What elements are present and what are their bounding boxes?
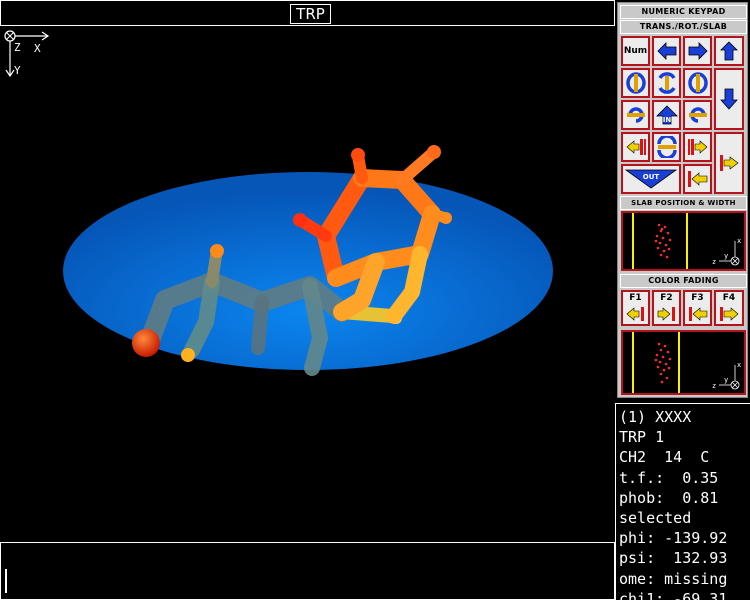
zoom-in-button[interactable]: IN: [652, 100, 681, 130]
molecule-title: TRP: [290, 4, 331, 24]
slab-axis-z-label: z: [712, 258, 716, 266]
fade-f4-button[interactable]: F4: [714, 290, 744, 326]
rotate-y-right-button[interactable]: [683, 68, 712, 98]
slab-header: SLAB POSITION & WIDTH: [620, 196, 747, 210]
rotate-icon: [687, 72, 708, 94]
slab-left-icon: [626, 139, 646, 155]
rotate-z-left-button[interactable]: [621, 100, 650, 130]
rotate-updown-icon: [657, 72, 676, 94]
slab-right-icon: [687, 139, 707, 155]
fade-right-icon: [657, 307, 675, 321]
fading-graphic: x y z: [632, 332, 741, 393]
f4-label: F4: [722, 293, 736, 303]
info-phob: phob: 0.81: [619, 488, 719, 507]
arrow-left-icon: [656, 42, 676, 60]
arrow-down-icon: [720, 88, 738, 110]
mini-axis-icon: [719, 241, 740, 266]
ring-h-atom-4: [440, 212, 452, 224]
fade-f3-button[interactable]: F3: [683, 290, 712, 326]
slab-forward-button[interactable]: [714, 132, 744, 194]
fading-axis-z-label: z: [712, 382, 716, 390]
fading-axis-y-label: y: [724, 376, 728, 384]
slab-forward-icon: [720, 155, 739, 171]
move-up-button[interactable]: [714, 36, 744, 66]
ring-h-atom-3: [293, 213, 307, 227]
h-atom-bottom: [181, 348, 195, 362]
ring-h-atom-1: [427, 145, 441, 159]
scene: Z X Y: [4, 30, 553, 376]
fade-right-icon: [720, 307, 739, 321]
oxygen-atom: [132, 329, 160, 357]
h-atom-top: [210, 244, 224, 258]
rotate-x-button[interactable]: [652, 68, 681, 98]
num-button-label: Num: [623, 46, 648, 56]
move-down-button[interactable]: [714, 68, 744, 130]
info-phi: phi: -139.92: [619, 529, 728, 548]
title-bar: TRP: [0, 0, 615, 26]
ring-h-atom-2: [351, 148, 365, 162]
slab-backward-icon: [687, 171, 707, 187]
slab-position-graphic: x y z: [632, 213, 741, 269]
molecule-viewport[interactable]: Z X Y: [0, 27, 615, 542]
info-residue: TRP 1: [619, 428, 665, 447]
info-model: (1) XXXX: [619, 408, 692, 426]
slab-backward-button[interactable]: [683, 164, 712, 194]
info-chi1: chi1: -69.31: [619, 589, 728, 600]
f2-label: F2: [660, 293, 673, 303]
out-label: OUT: [643, 173, 660, 181]
f1-label: F1: [629, 293, 642, 303]
fading-header: COLOR FADING: [620, 274, 747, 288]
slab-position-view[interactable]: x y z: [621, 211, 746, 271]
fade-f2-button[interactable]: F2: [652, 290, 681, 326]
slab-narrow-left-button[interactable]: [621, 132, 650, 162]
in-label: IN: [662, 116, 671, 124]
axis-indicator-icon: Z X Y: [4, 30, 50, 78]
num-button[interactable]: Num: [621, 36, 650, 66]
command-line[interactable]: [0, 542, 615, 600]
info-selected: selected: [619, 509, 692, 528]
fade-left-icon: [689, 307, 708, 321]
move-right-button[interactable]: [683, 36, 712, 66]
zoom-in-icon: IN: [655, 105, 678, 125]
fade-left-icon: [626, 307, 644, 321]
zoom-out-icon: OUT: [624, 169, 678, 189]
info-psi: psi: 132.93: [619, 549, 728, 568]
mini-axis-icon: [719, 365, 740, 390]
info-omega: ome: missing: [619, 569, 728, 588]
axis-z-label: Z: [14, 41, 21, 54]
slab-narrow-right-button[interactable]: [683, 132, 712, 162]
arrow-right-icon: [688, 42, 708, 60]
atom-info-panel: (1) XXXX TRP 1 CH2 14 C t.f.: 0.35 phob:…: [615, 403, 750, 600]
control-panel: NUMERIC KEYPAD TRANS./ROT./SLAB Num IN O…: [617, 2, 748, 398]
slab-axis-y-label: y: [724, 252, 728, 260]
arrow-up-icon: [720, 41, 738, 61]
text-cursor: [5, 569, 7, 593]
rotate-icon: [625, 72, 646, 94]
axis-y-label: Y: [14, 64, 21, 77]
rotate-z-icon: [688, 107, 707, 123]
fading-axis-x-label: x: [737, 361, 741, 369]
info-tf: t.f.: 0.35: [619, 468, 719, 487]
keypad-subheader: TRANS./ROT./SLAB: [620, 20, 747, 34]
f3-label: F3: [691, 293, 704, 303]
rotate-z-right-button[interactable]: [683, 100, 712, 130]
slab-axis-x-label: x: [737, 237, 741, 245]
rotate-z-icon: [626, 107, 645, 123]
info-atom: CH2 14 C: [619, 448, 710, 467]
move-left-button[interactable]: [652, 36, 681, 66]
keypad-header: NUMERIC KEYPAD: [620, 5, 747, 19]
rotate-center-icon: [656, 136, 677, 158]
fade-f1-button[interactable]: F1: [621, 290, 650, 326]
rotate-center-button[interactable]: [652, 132, 681, 162]
zoom-out-button[interactable]: OUT: [621, 164, 681, 194]
axis-x-label: X: [34, 42, 41, 55]
color-fading-view[interactable]: x y z: [621, 330, 746, 395]
rotate-y-left-button[interactable]: [621, 68, 650, 98]
